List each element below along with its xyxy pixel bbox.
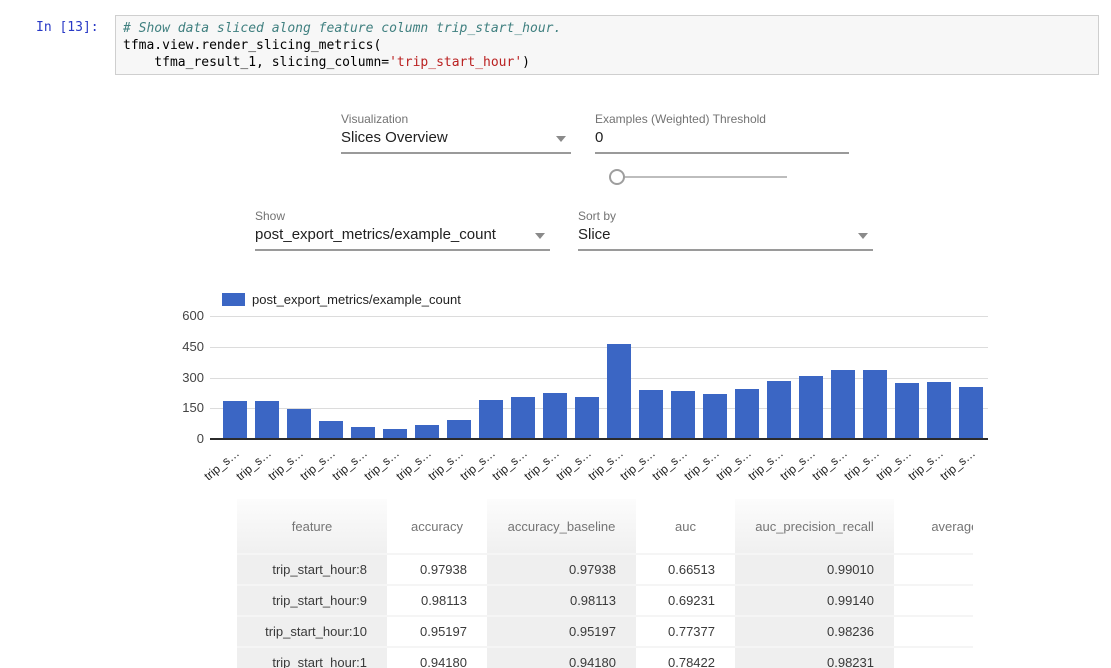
legend-swatch (222, 293, 245, 306)
table-body: trip_start_hour:80.979380.979380.665130.… (237, 554, 973, 668)
bar[interactable] (735, 389, 759, 439)
metric-cell: 0.77377 (636, 616, 735, 647)
x-axis-line (210, 438, 988, 440)
code-comment: # Show data sliced along feature column … (123, 21, 561, 36)
threshold-label: Examples (Weighted) Threshold (595, 112, 766, 126)
metric-cell: 0.1541 (894, 616, 973, 647)
y-axis-tick-label: 600 (160, 308, 204, 323)
slider-handle[interactable] (609, 169, 625, 185)
metric-cell: 0.97938 (387, 554, 487, 585)
metric-cell: 0.97938 (487, 554, 636, 585)
show-value: post_export_metrics/example_count (255, 224, 550, 246)
bar[interactable] (447, 420, 471, 439)
column-header[interactable]: feature (237, 499, 387, 554)
table-row: trip_start_hour:90.981130.981130.692310.… (237, 585, 973, 616)
gridline (210, 316, 988, 317)
metric-cell: 0.95197 (387, 616, 487, 647)
visualization-label: Visualization (341, 112, 408, 126)
bar[interactable] (479, 400, 503, 439)
metric-cell: 0.99010 (735, 554, 894, 585)
show-select[interactable]: post_export_metrics/example_count (255, 224, 550, 251)
code-line-3: tfma_result_1, slicing_column='trip_star… (123, 55, 530, 70)
y-axis-tick-label: 450 (160, 339, 204, 354)
table-row: trip_start_hour:80.979380.979380.665130.… (237, 554, 973, 585)
sort-by-value: Slice (578, 224, 873, 246)
visualization-value: Slices Overview (341, 127, 571, 149)
feature-cell: trip_start_hour:8 (237, 554, 387, 585)
table-row: trip_start_hour:100.951970.951970.773770… (237, 616, 973, 647)
column-header[interactable]: auc_precision_recall (735, 499, 894, 554)
table-header: featureaccuracyaccuracy_baselineaucauc_p… (237, 499, 973, 554)
sort-by-select[interactable]: Slice (578, 224, 873, 251)
code-string-literal: 'trip_start_hour' (389, 55, 522, 70)
bar[interactable] (767, 381, 791, 439)
column-header[interactable]: average_loss (894, 499, 973, 554)
code-line-2: tfma.view.render_slicing_metrics( (123, 38, 381, 53)
metric-cell: 0.98113 (487, 585, 636, 616)
bar[interactable] (895, 383, 919, 439)
feature-cell: trip_start_hour:10 (237, 616, 387, 647)
legend-label: post_export_metrics/example_count (252, 292, 461, 307)
bar[interactable] (703, 394, 727, 439)
chevron-down-icon (858, 233, 868, 239)
chevron-down-icon (556, 136, 566, 142)
metric-cell: 0.66513 (636, 554, 735, 585)
gridline (210, 347, 988, 348)
bar[interactable] (415, 425, 439, 439)
metrics-table-container[interactable]: featureaccuracyaccuracy_baselineaucauc_p… (237, 499, 973, 668)
metric-cell: 0.94180 (387, 647, 487, 668)
visualization-select[interactable]: Slices Overview (341, 127, 571, 154)
threshold-input[interactable]: 0 (595, 127, 849, 154)
metric-cell: 0.98113 (387, 585, 487, 616)
metric-cell: 0.98236 (735, 616, 894, 647)
metric-cell: 0.99140 (735, 585, 894, 616)
bar[interactable] (287, 409, 311, 439)
chart-plot: 0150300450600trip_s…trip_s…trip_s…trip_s… (210, 316, 988, 439)
metrics-table: featureaccuracyaccuracy_baselineaucauc_p… (237, 499, 973, 668)
metric-cell: 0.1901 (894, 647, 973, 668)
feature-cell: trip_start_hour:9 (237, 585, 387, 616)
table-row: trip_start_hour:10.941800.941800.784220.… (237, 647, 973, 668)
y-axis-tick-label: 0 (160, 431, 204, 446)
cell-input-prompt: In [13]: (36, 20, 99, 35)
metric-cell: 0.78422 (636, 647, 735, 668)
bar[interactable] (927, 382, 951, 439)
bar[interactable] (575, 397, 599, 439)
metric-cell: 0.98231 (735, 647, 894, 668)
bar[interactable] (863, 370, 887, 439)
metric-cell: 0.1111 (894, 554, 973, 585)
bar[interactable] (223, 401, 247, 439)
code-editor[interactable]: # Show data sliced along feature column … (115, 15, 1099, 75)
bar[interactable] (255, 401, 279, 439)
bar[interactable] (543, 393, 567, 439)
metric-cell: 0.69231 (636, 585, 735, 616)
bar[interactable] (799, 376, 823, 439)
bar[interactable] (671, 391, 695, 439)
column-header[interactable]: accuracy (387, 499, 487, 554)
threshold-value: 0 (595, 127, 849, 149)
bar[interactable] (319, 421, 343, 439)
chevron-down-icon (535, 233, 545, 239)
bar[interactable] (639, 390, 663, 439)
bar[interactable] (959, 387, 983, 439)
sort-by-label: Sort by (578, 209, 616, 223)
column-header[interactable]: accuracy_baseline (487, 499, 636, 554)
y-axis-tick-label: 300 (160, 370, 204, 385)
column-header[interactable]: auc (636, 499, 735, 554)
metric-cell: 0.94180 (487, 647, 636, 668)
metric-cell: 0.0892 (894, 585, 973, 616)
feature-cell: trip_start_hour:1 (237, 647, 387, 668)
bar[interactable] (511, 397, 535, 439)
y-axis-tick-label: 150 (160, 400, 204, 415)
show-label: Show (255, 209, 285, 223)
metric-cell: 0.95197 (487, 616, 636, 647)
bar[interactable] (607, 344, 631, 439)
threshold-slider[interactable] (610, 176, 787, 178)
bar[interactable] (831, 370, 855, 439)
